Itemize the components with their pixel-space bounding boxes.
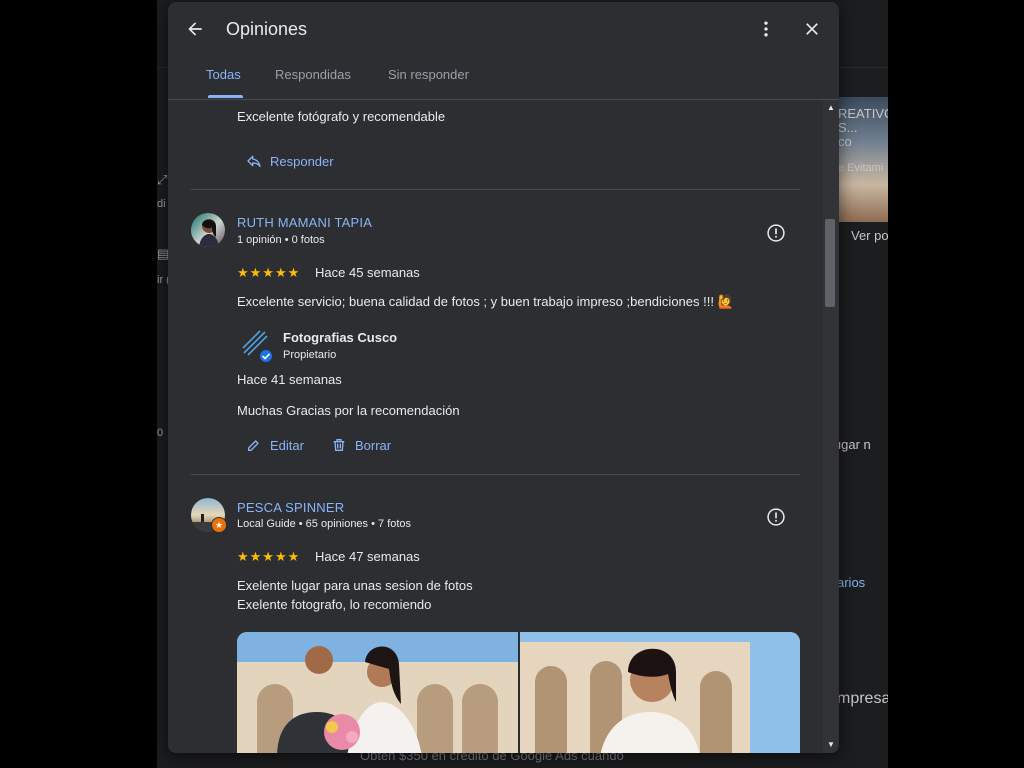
bg-link[interactable]: arios <box>837 575 865 590</box>
bg-text: e Evitami <box>838 162 884 174</box>
edit-reply-button[interactable]: Editar <box>246 437 304 453</box>
close-icon <box>806 23 818 35</box>
delete-label: Borrar <box>355 437 392 453</box>
report-button[interactable] <box>766 507 786 527</box>
reviewer-meta: 1 opinión • 0 fotos <box>237 234 325 246</box>
bg-heading: mpresa <box>837 690 888 707</box>
reviews-list[interactable]: Excelente fotógrafo y recomendable Respo… <box>168 100 839 753</box>
bg-text: S... <box>838 120 858 135</box>
person-photo <box>199 219 219 247</box>
dialog-title: Opiniones <box>226 19 308 39</box>
owner-logo <box>240 328 276 364</box>
review-photo[interactable] <box>520 632 800 753</box>
reviewer-meta: Local Guide • 65 opiniones • 7 fotos <box>237 518 412 530</box>
tab-unanswered[interactable]: Sin responder <box>388 67 469 82</box>
star-rating: ★★★★★ <box>237 549 301 564</box>
trash-icon <box>333 439 345 451</box>
report-icon <box>767 508 785 526</box>
dialog-header: Opiniones Todas Respondidas Sin responde… <box>168 2 839 100</box>
more-options-button[interactable] <box>751 14 781 44</box>
review-text-line: Exelente fotografo, lo recomiendo <box>237 597 432 612</box>
review-photo[interactable] <box>237 632 518 753</box>
divider <box>191 189 800 190</box>
scroll-up-arrow[interactable]: ▲ <box>825 102 837 114</box>
owner-reply-text: Muchas Gracias por la recomendación <box>237 403 460 418</box>
reply-button[interactable]: Responder <box>246 153 334 169</box>
review-time: Hace 47 semanas <box>315 549 420 564</box>
back-button[interactable] <box>180 14 210 44</box>
bg-text: di <box>157 198 166 210</box>
avatar[interactable] <box>191 213 225 247</box>
bg-icon: ⤢ <box>157 172 168 187</box>
tab-answered[interactable]: Respondidas <box>275 67 351 82</box>
reviewer-name[interactable]: RUTH MAMANI TAPIA <box>237 215 372 230</box>
review-time: Hace 45 semanas <box>315 265 420 280</box>
review-text-line: Exelente lugar para unas sesion de fotos <box>237 578 473 593</box>
review-text: Excelente fotógrafo y recomendable <box>237 109 446 124</box>
bg-text: REATIVO <box>838 106 888 121</box>
arrow-back-icon <box>188 22 202 36</box>
edit-icon <box>248 440 259 451</box>
owner-name: Fotografias Cusco <box>283 330 398 345</box>
star-rating: ★★★★★ <box>237 265 301 280</box>
tab-all[interactable]: Todas <box>206 67 241 82</box>
review-text: Excelente servicio; buena calidad de fot… <box>237 294 734 309</box>
scroll-down-arrow[interactable]: ▼ <box>825 739 837 751</box>
reviews-dialog: Opiniones Todas Respondidas Sin responde… <box>168 2 839 753</box>
reviewer-name[interactable]: PESCA SPINNER <box>237 500 344 515</box>
active-tab-indicator <box>208 95 243 98</box>
wedding-photo-2 <box>520 632 800 753</box>
divider <box>191 474 800 475</box>
close-button[interactable] <box>797 14 827 44</box>
reply-icon <box>247 155 261 167</box>
business-logo-icon <box>242 330 274 364</box>
scrollbar[interactable] <box>823 100 839 753</box>
wedding-photo-1 <box>237 632 518 753</box>
edit-label: Editar <box>270 437 304 453</box>
owner-role: Propietario <box>283 349 337 361</box>
report-icon <box>767 224 785 242</box>
delete-reply-button[interactable]: Borrar <box>331 437 391 453</box>
more-vert-icon <box>764 21 768 37</box>
report-button[interactable] <box>766 223 786 243</box>
bg-text: co <box>838 134 852 149</box>
owner-reply-time: Hace 41 semanas <box>237 372 342 387</box>
local-guide-badge: ★ <box>211 517 227 533</box>
bg-view-button[interactable]: Ver po <box>851 228 888 243</box>
reply-label: Responder <box>270 153 334 169</box>
bg-text: 0 <box>157 427 164 439</box>
scrollbar-thumb[interactable] <box>825 219 835 307</box>
